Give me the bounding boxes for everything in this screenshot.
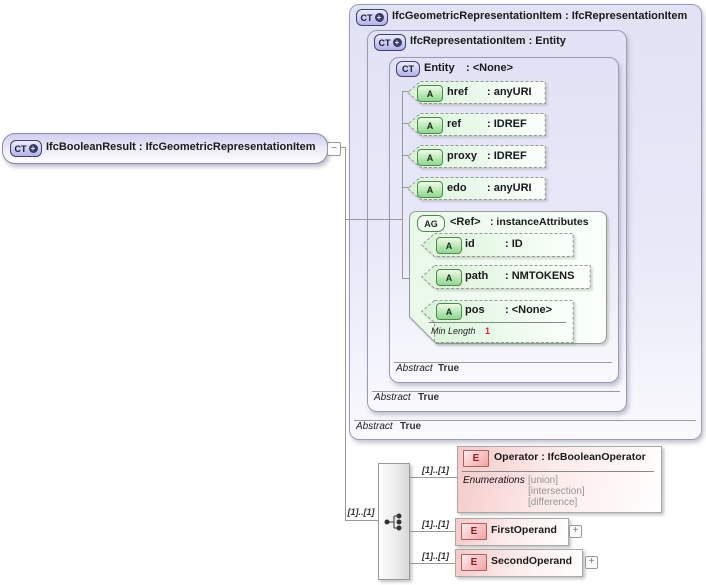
attribute-type: : <None> <box>505 304 553 316</box>
divider <box>429 322 566 323</box>
abstract-label: Abstract <box>374 392 411 403</box>
attribute-icon-label: A <box>426 120 434 131</box>
sequence-icon <box>384 513 402 531</box>
complex-type-icon-label: CT <box>14 143 27 154</box>
connector-line <box>408 477 457 478</box>
facet-value: 1 <box>485 326 491 336</box>
abstract-label: Abstract <box>396 363 433 374</box>
connector-line <box>345 219 403 220</box>
attribute-name: edo <box>447 182 467 194</box>
attribute-name: ref <box>447 118 462 130</box>
complex-type-icon: CT <box>396 61 420 77</box>
collapse-button[interactable]: − <box>327 142 341 156</box>
derived-plus-icon: + <box>374 13 384 22</box>
attribute-icon: A <box>417 181 443 198</box>
cardinality-label: [1]..[1] <box>422 551 449 561</box>
enumeration-value: [difference] <box>528 497 578 508</box>
attribute-icon: A <box>436 237 462 254</box>
abstract-value: True <box>438 363 460 374</box>
element-name: FirstOperand <box>491 524 557 536</box>
connector-line <box>345 520 378 521</box>
expand-button[interactable]: + <box>569 525 582 538</box>
derived-plus-icon: + <box>28 144 38 153</box>
enumeration-value: [intersection] <box>528 486 585 497</box>
abstract-label: Abstract <box>356 421 393 432</box>
attribute-type: : NMTOKENS <box>505 270 575 282</box>
connector-line <box>408 531 455 532</box>
complex-type-icon: CT + <box>374 34 406 51</box>
cardinality-label: [1]..[1] <box>422 465 449 475</box>
attribute-icon-label: A <box>445 240 453 251</box>
attribute-name: href <box>447 86 468 98</box>
element-icon: E <box>461 554 487 571</box>
outer-box-title: IfcGeometricRepresentationItem : IfcRepr… <box>392 10 688 22</box>
complex-type-icon-label: CT <box>360 12 373 23</box>
attribute-icon-label: A <box>426 184 434 195</box>
attribute-type: : IDREF <box>487 150 527 162</box>
element-name: Operator : IfcBooleanOperator <box>494 451 646 463</box>
element-icon-label: E <box>472 453 480 464</box>
attribute-icon: A <box>417 117 443 134</box>
xsd-schema-diagram: CT + IfcGeometricRepresentationItem : Ifc… <box>0 0 706 585</box>
connector-line <box>402 91 403 279</box>
element-name: SecondOperand <box>491 555 573 567</box>
attribute-group-name: <Ref> <box>450 216 481 228</box>
element-icon-label: E <box>470 526 478 537</box>
attribute-type: : anyURI <box>487 86 532 98</box>
abstract-value: True <box>400 421 422 432</box>
connector-line <box>408 563 455 564</box>
enumerations-label: Enumerations <box>463 475 525 486</box>
complex-type-icon-label: CT <box>378 37 391 48</box>
attribute-icon-label: A <box>445 272 453 283</box>
derived-plus-icon: + <box>392 38 402 47</box>
attribute-type: : ID <box>505 238 523 250</box>
attribute-name: proxy <box>447 150 477 162</box>
connector-line <box>345 147 346 521</box>
complex-type-icon-label: CT <box>402 64 414 74</box>
facet-label: Min Length <box>431 326 476 336</box>
element-icon: E <box>461 523 487 540</box>
complex-type-icon: CT + <box>10 140 42 157</box>
complex-type-icon: CT + <box>356 9 388 26</box>
entity-name: Entity <box>424 62 455 74</box>
attribute-type: : anyURI <box>487 182 532 194</box>
entity-type: : <None> <box>466 62 514 74</box>
attribute-icon: A <box>436 303 462 320</box>
cardinality-label: [1]..[1] <box>347 507 375 517</box>
attribute-name: path <box>465 270 489 282</box>
element-icon: E <box>463 450 489 467</box>
attribute-group-type: : instanceAttributes <box>490 216 589 228</box>
divider <box>462 471 654 472</box>
enumeration-value: [union] <box>528 475 559 486</box>
attribute-type: : IDREF <box>487 118 527 130</box>
attribute-group-icon: AG <box>417 215 445 232</box>
attribute-icon: A <box>417 85 443 102</box>
middle-box-title: IfcRepresentationItem : Entity <box>410 35 566 47</box>
attribute-group-icon-label: AG <box>424 218 438 229</box>
abstract-value: True <box>418 392 440 403</box>
sequence-compositor[interactable] <box>378 463 410 580</box>
expand-button[interactable]: + <box>585 556 598 569</box>
attribute-icon: A <box>417 149 443 166</box>
root-node-label: IfcBooleanResult : IfcGeometricRepresent… <box>46 141 316 153</box>
attribute-name: pos <box>465 304 485 316</box>
attribute-icon-label: A <box>426 88 434 99</box>
attribute-name: id <box>465 238 475 250</box>
element-icon-label: E <box>470 557 478 568</box>
attribute-icon-label: A <box>426 152 434 163</box>
attribute-icon-label: A <box>445 306 453 317</box>
cardinality-label: [1]..[1] <box>422 519 449 529</box>
attribute-icon: A <box>436 269 462 286</box>
